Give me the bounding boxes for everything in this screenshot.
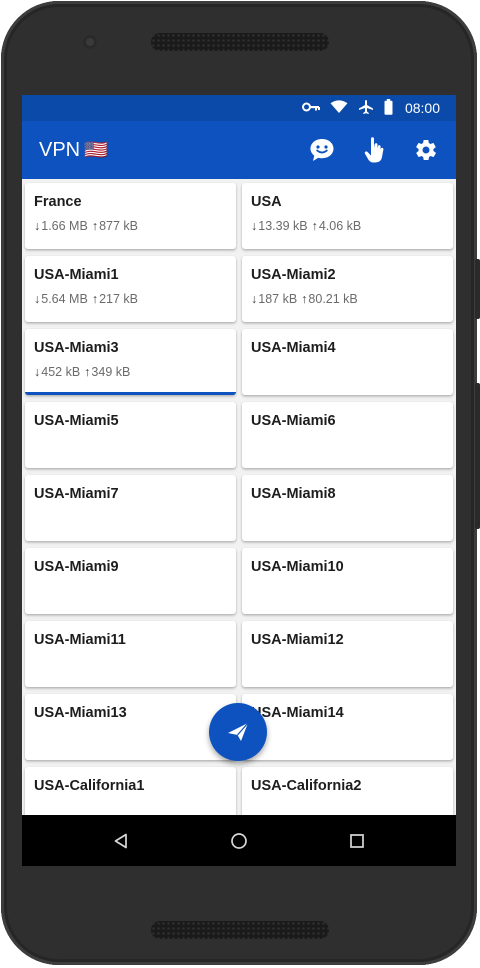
- download-arrow-icon: ↓: [251, 292, 258, 306]
- screen: 08:00 VPN 🇺🇸 France ↓1.66 MB ↑877 kB USA…: [22, 95, 456, 866]
- server-card[interactable]: USA-Miami6: [242, 402, 453, 468]
- flag-icon: 🇺🇸: [84, 140, 108, 161]
- server-name: USA-Miami1: [34, 267, 119, 283]
- phone-frame: 08:00 VPN 🇺🇸 France ↓1.66 MB ↑877 kB USA…: [1, 1, 480, 965]
- server-card[interactable]: USA-Miami7: [25, 475, 236, 541]
- download-arrow-icon: ↓: [34, 292, 41, 306]
- front-camera: [83, 35, 97, 49]
- status-time: 08:00: [404, 100, 440, 116]
- recents-icon: [350, 833, 364, 848]
- upload-amount: 877 kB: [99, 219, 138, 233]
- recents-button[interactable]: [337, 821, 377, 861]
- app-toolbar: VPN 🇺🇸: [22, 121, 456, 179]
- upload-arrow-icon: ↑: [301, 292, 308, 306]
- download-arrow-icon: ↓: [34, 365, 41, 379]
- server-name: USA-Miami12: [251, 632, 344, 648]
- server-name: USA-Miami8: [251, 486, 336, 502]
- server-stats: ↓187 kB ↑80.21 kB: [251, 292, 453, 306]
- server-card[interactable]: USA-Miami14: [242, 694, 453, 760]
- back-button[interactable]: [101, 821, 141, 861]
- server-card[interactable]: USA-Miami5: [25, 402, 236, 468]
- server-name: USA-Miami10: [251, 559, 344, 575]
- app-title-text: VPN: [39, 139, 81, 161]
- server-card[interactable]: USA-Miami1 ↓5.64 MB ↑217 kB: [25, 256, 236, 322]
- volume-button: [475, 383, 480, 529]
- settings-icon: [416, 139, 436, 161]
- server-card[interactable]: France ↓1.66 MB ↑877 kB: [25, 183, 236, 249]
- server-card[interactable]: USA-Miami12: [242, 621, 453, 687]
- chat-icon: [310, 139, 334, 161]
- server-name: USA-California1: [34, 778, 145, 794]
- upload-amount: 217 kB: [99, 292, 138, 306]
- app-title: VPN 🇺🇸: [39, 138, 108, 162]
- settings-button[interactable]: [409, 133, 443, 167]
- download-amount: 13.39 kB: [258, 219, 308, 233]
- key-icon: [301, 100, 320, 116]
- server-name: USA-Miami14: [251, 705, 344, 721]
- bottom-speaker: [151, 921, 329, 939]
- server-card[interactable]: USA-Miami4: [242, 329, 453, 395]
- server-name: USA-Miami11: [34, 632, 126, 648]
- server-stats: ↓1.66 MB ↑877 kB: [34, 219, 236, 233]
- send-fab-button[interactable]: [209, 703, 267, 761]
- home-icon: [231, 832, 247, 849]
- server-name: USA-Miami4: [251, 340, 336, 356]
- top-speaker: [151, 33, 329, 51]
- server-name: USA-Miami2: [251, 267, 336, 283]
- upload-arrow-icon: ↑: [311, 219, 318, 233]
- power-button: [475, 259, 480, 319]
- server-name: USA-Miami7: [34, 486, 119, 502]
- server-card[interactable]: USA-Miami9: [25, 548, 236, 614]
- server-name: USA: [251, 194, 282, 210]
- download-amount: 5.64 MB: [41, 292, 88, 306]
- upload-arrow-icon: ↑: [91, 292, 99, 306]
- chat-button[interactable]: [305, 133, 339, 167]
- server-name: USA-Miami9: [34, 559, 119, 575]
- server-stats: ↓13.39 kB ↑4.06 kB: [251, 219, 453, 233]
- airplane-icon: [358, 99, 374, 118]
- server-card[interactable]: USA-Miami2 ↓187 kB ↑80.21 kB: [242, 256, 453, 322]
- server-card[interactable]: USA-Miami13: [25, 694, 236, 760]
- server-card-selected[interactable]: USA-Miami3 ↓452 kB ↑349 kB: [25, 329, 236, 395]
- server-name: France: [34, 194, 82, 210]
- server-card[interactable]: USA-Miami11: [25, 621, 236, 687]
- server-stats: ↓452 kB ↑349 kB: [34, 365, 236, 379]
- navigation-bar: [22, 815, 456, 866]
- server-name: USA-Miami5: [34, 413, 119, 429]
- server-name: USA-Miami3: [34, 340, 119, 356]
- download-amount: 1.66 MB: [41, 219, 88, 233]
- touch-button[interactable]: [357, 133, 391, 167]
- download-arrow-icon: ↓: [34, 219, 41, 233]
- server-card[interactable]: USA-Miami8: [242, 475, 453, 541]
- server-name: USA-Miami13: [34, 705, 127, 721]
- download-amount: 452 kB: [41, 365, 81, 379]
- upload-amount: 349 kB: [91, 365, 131, 379]
- upload-amount: 80.21 kB: [308, 292, 358, 306]
- server-name: USA-California2: [251, 778, 362, 794]
- home-button[interactable]: [219, 821, 259, 861]
- download-arrow-icon: ↓: [251, 219, 258, 233]
- upload-arrow-icon: ↑: [91, 219, 99, 233]
- server-stats: ↓5.64 MB ↑217 kB: [34, 292, 236, 306]
- server-card[interactable]: USA ↓13.39 kB ↑4.06 kB: [242, 183, 453, 249]
- status-bar: 08:00: [22, 95, 456, 121]
- touch-icon: [364, 137, 384, 163]
- send-icon: [228, 722, 249, 741]
- upload-arrow-icon: ↑: [84, 365, 91, 379]
- server-name: USA-Miami6: [251, 413, 336, 429]
- battery-icon: [384, 98, 393, 118]
- upload-amount: 4.06 kB: [318, 219, 362, 233]
- wifi-icon: [330, 99, 348, 117]
- back-icon: [114, 833, 127, 848]
- server-card[interactable]: USA-Miami10: [242, 548, 453, 614]
- download-amount: 187 kB: [258, 292, 298, 306]
